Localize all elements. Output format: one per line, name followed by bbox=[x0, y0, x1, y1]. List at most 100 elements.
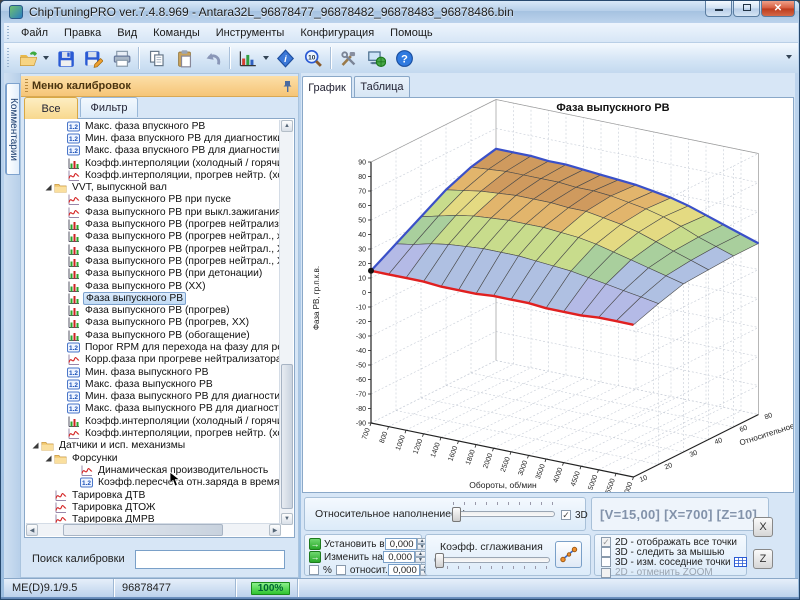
menu-item-файл[interactable]: Файл bbox=[13, 25, 56, 41]
tree-folder[interactable]: VVT, выпускной вал bbox=[26, 181, 281, 193]
apply-smoothing-button[interactable] bbox=[555, 541, 582, 568]
help-button[interactable]: ? bbox=[390, 45, 418, 71]
relative-value-input[interactable]: 0,000 bbox=[388, 564, 420, 576]
change-value-input[interactable]: 0,000 bbox=[383, 551, 415, 563]
menu-item-конфигурация[interactable]: Конфигурация bbox=[292, 25, 382, 41]
tree-item[interactable]: Фаза выпускного РВ (прогрев нейтрал., ХХ… bbox=[26, 243, 281, 255]
tree-item[interactable]: 1.2Макс. фаза выпускного РВ bbox=[26, 378, 281, 390]
tree-item[interactable]: 1.2Порог RPM для перехода на фазу для ре… bbox=[26, 341, 281, 353]
open-file-button[interactable] bbox=[13, 45, 41, 71]
title-bar[interactable]: ChipTuningPRO ver.7.4.8.969 - Antara32L_… bbox=[1, 1, 800, 23]
tree-item[interactable]: Фаза выпускного РВ (прогрев, ХХ) bbox=[26, 317, 281, 329]
pin-icon[interactable] bbox=[282, 80, 293, 93]
menu-item-помощь[interactable]: Помощь bbox=[382, 25, 441, 41]
set-value-input[interactable]: 0,000 bbox=[385, 538, 417, 550]
print-button[interactable] bbox=[107, 45, 135, 71]
network-button[interactable] bbox=[362, 45, 390, 71]
percent-checkbox[interactable] bbox=[309, 565, 319, 575]
tree-item[interactable]: Коэфф.интерполяции (холодный / горячий ) bbox=[26, 415, 281, 427]
apply-set-button[interactable]: → bbox=[309, 538, 321, 550]
tree-item[interactable]: 1.2Макс. фаза выпускного РВ для диагност… bbox=[26, 403, 281, 415]
tree-item[interactable]: Фаза выпускного РВ (прогрев нейтрализато… bbox=[26, 218, 281, 230]
option-checkbox[interactable] bbox=[601, 547, 611, 557]
tree-item[interactable]: Корр.фаза при прогреве нейтрализатора bbox=[26, 354, 281, 366]
tree-folder[interactable]: Форсунки bbox=[26, 452, 281, 464]
x-axis-button[interactable]: X bbox=[753, 517, 773, 537]
undo-button[interactable] bbox=[198, 45, 226, 71]
tree-item[interactable]: Фаза выпускного РВ (при детонации) bbox=[26, 268, 281, 280]
paste-button[interactable] bbox=[170, 45, 198, 71]
tree-item[interactable]: Фаза выпускного РВ при выкл.зажигания bbox=[26, 206, 281, 218]
tree-item[interactable]: Коэфф.интерполяции (холодный / горячий ) bbox=[26, 157, 281, 169]
tree-item[interactable]: Коэфф.интерполяции, прогрев нейтр. (холо… bbox=[26, 427, 281, 439]
apply-change-button[interactable]: → bbox=[309, 551, 321, 563]
option-checkbox[interactable] bbox=[601, 568, 611, 578]
smoothing-icon bbox=[559, 545, 578, 564]
z-axis-button[interactable]: Z bbox=[753, 549, 773, 569]
tree-item[interactable]: Фаза выпускного РВ bbox=[26, 292, 281, 304]
tree-item[interactable]: 1.2Макс. фаза впускного РВ для диагности… bbox=[26, 145, 281, 157]
minimize-button[interactable] bbox=[705, 1, 732, 17]
menu-item-правка[interactable]: Правка bbox=[56, 25, 109, 41]
surface-plot-svg[interactable]: -90-80-70-60-50-40-30-20-100102030405060… bbox=[303, 98, 793, 492]
tree-item[interactable]: Фаза выпускного РВ (прогрев) bbox=[26, 304, 281, 316]
tree-item[interactable]: Фаза выпускного РВ (обогащение) bbox=[26, 329, 281, 341]
tree-item[interactable]: 1.2Мин. фаза впускного РВ для диагностик… bbox=[26, 132, 281, 144]
search-input[interactable] bbox=[135, 550, 285, 569]
tree-item[interactable]: Динамическая производительность bbox=[26, 464, 281, 476]
tree-item[interactable]: Тарировка ДТВ bbox=[26, 489, 281, 501]
option-checkbox[interactable]: ✓ bbox=[601, 537, 611, 547]
chart-compare-button[interactable] bbox=[233, 45, 261, 71]
surface-chart[interactable]: -90-80-70-60-50-40-30-20-100102030405060… bbox=[302, 97, 794, 493]
preview-10-button[interactable]: 10 bbox=[299, 45, 327, 71]
tree-item[interactable]: Тарировка ДТОЖ bbox=[26, 501, 281, 513]
menu-item-команды[interactable]: Команды bbox=[145, 25, 208, 41]
tree-vertical-scrollbar[interactable]: ▲ ▼ bbox=[279, 120, 293, 525]
toolbar-overflow-icon[interactable] bbox=[786, 55, 792, 59]
open-file-dropdown-icon[interactable] bbox=[43, 56, 49, 60]
tree-item[interactable]: 1.2Макс. фаза впускного РВ bbox=[26, 120, 281, 132]
tab-filter[interactable]: Фильтр bbox=[80, 97, 138, 117]
tab-graph[interactable]: График bbox=[302, 76, 352, 98]
save-button[interactable] bbox=[51, 45, 79, 71]
option-checkbox[interactable] bbox=[601, 557, 611, 567]
tree-item[interactable]: Фаза выпускного РВ при пуске bbox=[26, 194, 281, 206]
tools-button[interactable] bbox=[334, 45, 362, 71]
maximize-button[interactable] bbox=[733, 1, 760, 17]
tree-item[interactable]: Коэфф.интерполяции, прогрев нейтр. (холо… bbox=[26, 169, 281, 181]
v-scroll-thumb[interactable] bbox=[281, 364, 293, 509]
calibration-panel-header[interactable]: Меню калибровок bbox=[21, 76, 298, 97]
info-button[interactable]: i bbox=[271, 45, 299, 71]
menu-item-инструменты[interactable]: Инструменты bbox=[208, 25, 293, 41]
scroll-up-icon[interactable]: ▲ bbox=[281, 120, 293, 132]
h-scroll-thumb[interactable] bbox=[63, 524, 223, 536]
fill-slider-thumb[interactable] bbox=[452, 507, 461, 522]
relative-checkbox[interactable] bbox=[336, 565, 346, 575]
expand-icon[interactable] bbox=[31, 441, 40, 450]
scroll-left-icon[interactable]: ◀ bbox=[26, 524, 38, 536]
save-as-button[interactable] bbox=[79, 45, 107, 71]
tree-item[interactable]: 1.2Мин. фаза выпускного РВ bbox=[26, 366, 281, 378]
tab-table[interactable]: Таблица bbox=[354, 76, 410, 97]
tree-item[interactable]: 1.2Коэфф.пересчета отн.заряда в время вп… bbox=[26, 477, 281, 489]
expand-icon[interactable] bbox=[44, 183, 53, 192]
tree-horizontal-scrollbar[interactable]: ◀ ▶ bbox=[26, 523, 281, 536]
tree-item[interactable]: 1.2Мин. фаза выпускного РВ для диагности… bbox=[26, 391, 281, 403]
smoothing-slider-thumb[interactable] bbox=[435, 553, 444, 568]
expand-icon[interactable] bbox=[44, 454, 53, 463]
tab-all[interactable]: Все bbox=[24, 97, 78, 119]
tree-item[interactable]: Фаза выпускного РВ (прогрев нейтрал., ХХ… bbox=[26, 255, 281, 267]
menu-item-вид[interactable]: Вид bbox=[109, 25, 145, 41]
tree-item[interactable]: Фаза выпускного РВ (ХХ) bbox=[26, 280, 281, 292]
chart-compare-dropdown-icon[interactable] bbox=[263, 56, 269, 60]
comments-side-tab[interactable]: Комментарии bbox=[5, 83, 20, 175]
scroll-right-icon[interactable]: ▶ bbox=[269, 524, 281, 536]
close-button[interactable]: ✕ bbox=[761, 1, 795, 17]
scroll-down-icon[interactable]: ▼ bbox=[281, 513, 293, 525]
tree-folder[interactable]: Датчики и исп. механизмы bbox=[26, 440, 281, 452]
copy-button[interactable] bbox=[142, 45, 170, 71]
fill-slider[interactable] bbox=[451, 511, 555, 517]
smoothing-slider[interactable] bbox=[434, 557, 550, 563]
tree-item[interactable]: Фаза выпускного РВ (прогрев нейтрал., хо… bbox=[26, 231, 281, 243]
3d-checkbox[interactable]: ✓ bbox=[561, 510, 571, 520]
